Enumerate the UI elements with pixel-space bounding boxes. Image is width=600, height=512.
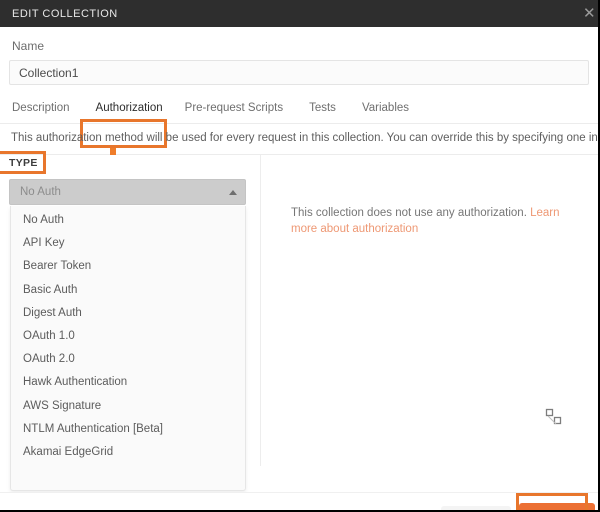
auth-type-dropdown-list[interactable]: No Auth API Key Bearer Token Basic Auth …	[10, 206, 246, 491]
type-label: TYPE	[9, 157, 38, 169]
tab-authorization[interactable]: Authorization	[96, 102, 163, 114]
list-item[interactable]: No Auth	[11, 209, 245, 232]
list-item[interactable]: NTLM Authentication [Beta]	[11, 418, 245, 441]
authorization-info-panel: This collection does not use any authori…	[291, 205, 573, 237]
tab-tests[interactable]: Tests	[309, 102, 336, 114]
list-item[interactable]: Hawk Authentication	[11, 371, 245, 394]
list-item[interactable]: Basic Auth	[11, 279, 245, 302]
caret-up-icon	[229, 189, 237, 195]
list-item[interactable]: Digest Auth	[11, 302, 245, 325]
page-title: EDIT COLLECTION	[12, 7, 118, 20]
modal-titlebar: EDIT COLLECTION ✕	[0, 0, 598, 27]
modal-body: Name Description Authorization Pre-reque…	[0, 27, 600, 510]
name-label: Name	[12, 39, 45, 53]
list-item[interactable]: AWS Signature	[11, 395, 245, 418]
auth-type-selected-value: No Auth	[20, 186, 61, 198]
authorization-info-message: This collection does not use any authori…	[291, 207, 531, 219]
list-item[interactable]: OAuth 2.0	[11, 348, 245, 371]
list-item[interactable]: OAuth 1.0	[11, 325, 245, 348]
tab-description[interactable]: Description	[12, 102, 70, 114]
tab-bar: Description Authorization Pre-request Sc…	[0, 92, 598, 124]
resize-move-cursor-icon	[545, 408, 563, 426]
list-item[interactable]: Bearer Token	[11, 255, 245, 278]
auth-type-select[interactable]: No Auth	[9, 179, 246, 205]
tab-pre-request-scripts[interactable]: Pre-request Scripts	[185, 102, 283, 114]
panel-divider	[260, 155, 261, 466]
authorization-helper-text: This authorization method will be used f…	[11, 132, 600, 144]
list-item[interactable]: Akamai EdgeGrid	[11, 441, 245, 464]
orange-square-marker	[110, 148, 116, 155]
edit-collection-modal: EDIT COLLECTION ✕ Name Description Autho…	[0, 0, 600, 512]
close-icon[interactable]: ✕	[583, 6, 598, 21]
cancel-button[interactable]: Cancel	[441, 506, 511, 510]
list-item[interactable]: API Key	[11, 232, 245, 255]
collection-name-input[interactable]	[9, 60, 589, 85]
tab-variables[interactable]: Variables	[362, 102, 409, 114]
update-button[interactable]: Update	[519, 503, 595, 510]
